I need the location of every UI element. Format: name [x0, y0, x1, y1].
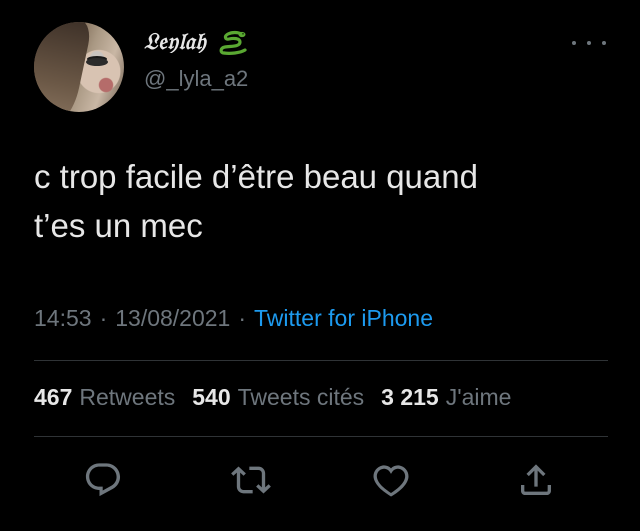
avatar-hair [34, 22, 93, 112]
quote-tweets-stat[interactable]: 540 Tweets cités [192, 384, 364, 411]
share-icon [521, 464, 551, 495]
avatar-eye [86, 58, 108, 66]
retweet-button[interactable] [226, 455, 276, 505]
retweets-count: 467 [34, 384, 73, 410]
quote-tweets-count: 540 [192, 384, 231, 410]
action-bar [0, 455, 640, 505]
likes-label: J'aime [445, 384, 512, 410]
display-name[interactable]: 𝔏𝔢𝔶𝔩𝔞𝔥 [144, 28, 248, 57]
tweet-card: 𝔏𝔢𝔶𝔩𝔞𝔥 @_lyla_a2 c trop facile d’être be… [0, 0, 640, 531]
retweets-stat[interactable]: 467 Retweets [34, 384, 175, 411]
user-handle[interactable]: @_lyla_a2 [144, 66, 248, 92]
like-button[interactable] [366, 455, 416, 505]
tweet-stats: 467 Retweets 540 Tweets cités 3 215 J'aime [34, 384, 511, 411]
meta-separator: · [238, 305, 247, 331]
meta-separator: · [99, 305, 108, 331]
likes-stat[interactable]: 3 215 J'aime [381, 384, 511, 411]
share-button[interactable] [511, 455, 561, 505]
quote-tweets-label: Tweets cités [237, 384, 365, 410]
reply-icon [85, 463, 121, 497]
avatar[interactable] [34, 22, 124, 112]
like-icon [373, 465, 409, 497]
more-options-icon[interactable] [572, 38, 606, 48]
retweet-icon [231, 466, 271, 494]
retweets-label: Retweets [79, 384, 176, 410]
display-name-text: 𝔏𝔢𝔶𝔩𝔞𝔥 [144, 28, 207, 55]
tweet-source-link[interactable]: Twitter for iPhone [254, 305, 433, 331]
tweet-meta: 14:53 · 13/08/2021 · Twitter for iPhone [34, 305, 433, 332]
reply-button[interactable] [78, 455, 128, 505]
tweet-text: c trop facile d’être beau quand t’es un … [34, 158, 478, 244]
tweet-time[interactable]: 14:53 [34, 305, 92, 331]
divider [34, 436, 608, 437]
likes-count: 3 215 [381, 384, 439, 410]
snake-icon [219, 30, 247, 55]
tweet-date[interactable]: 13/08/2021 [115, 305, 230, 331]
divider [34, 360, 608, 361]
